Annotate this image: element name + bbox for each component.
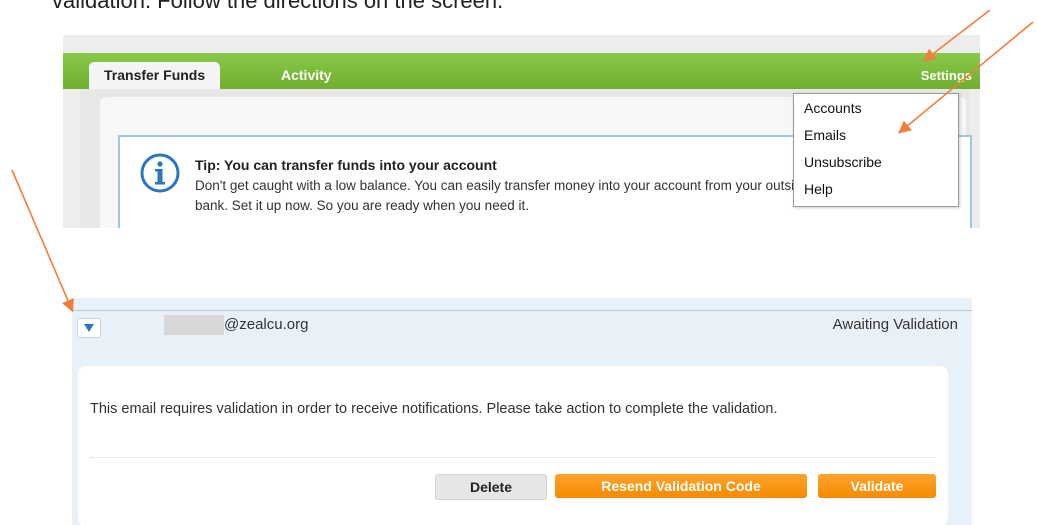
- menu-item-emails[interactable]: Emails: [804, 126, 846, 144]
- validate-button[interactable]: Validate: [818, 474, 936, 498]
- triangle-down-icon: [84, 324, 94, 332]
- redacted-email-name: [164, 315, 224, 335]
- resend-validation-code-button[interactable]: Resend Validation Code: [555, 474, 807, 498]
- menu-item-unsubscribe[interactable]: Unsubscribe: [804, 153, 882, 171]
- validation-message: This email requires validation in order …: [90, 401, 778, 417]
- navigation-bar: Transfer Funds Activity Settings: [63, 53, 980, 89]
- tip-body: Don't get caught with a low balance. You…: [195, 178, 810, 213]
- tab-transfer-funds[interactable]: Transfer Funds: [89, 62, 221, 89]
- settings-screenshot: Transfer Funds Activity Settings Tip: Yo…: [63, 35, 980, 228]
- row-divider: [72, 310, 972, 311]
- email-address: @zealcu.org: [224, 316, 309, 333]
- tip-title: Tip: You can transfer funds into your ac…: [195, 157, 497, 173]
- settings-link[interactable]: Settings: [921, 62, 972, 89]
- delete-button[interactable]: Delete: [435, 474, 547, 500]
- settings-dropdown-menu: Accounts Emails Unsubscribe Help: [793, 93, 959, 207]
- menu-item-accounts[interactable]: Accounts: [804, 99, 862, 117]
- validation-detail-card: This email requires validation in order …: [78, 366, 948, 525]
- info-icon: [140, 153, 180, 193]
- expand-toggle[interactable]: [77, 318, 101, 338]
- divider: [90, 457, 935, 458]
- menu-item-help[interactable]: Help: [804, 180, 833, 198]
- tab-activity[interactable]: Activity: [266, 62, 347, 89]
- instruction-caption: validation. Follow the directions on the…: [52, 0, 504, 13]
- validation-status: Awaiting Validation: [832, 316, 958, 333]
- email-validation-screenshot: @zealcu.org Awaiting Validation This ema…: [72, 298, 972, 525]
